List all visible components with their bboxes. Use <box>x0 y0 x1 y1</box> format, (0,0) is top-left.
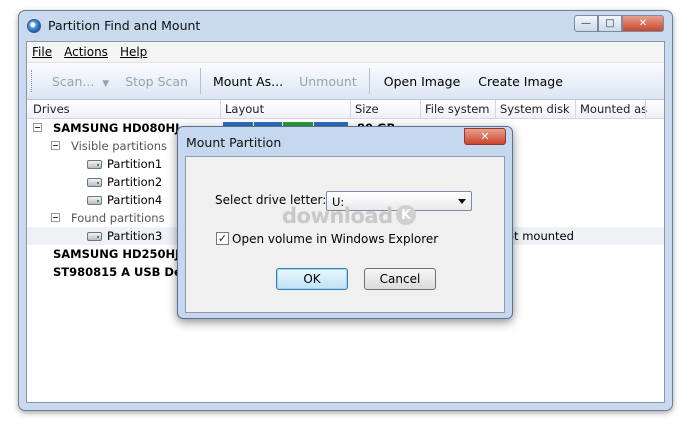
disk-name: SAMSUNG HD080HJ <box>53 121 180 135</box>
column-divider[interactable] <box>495 100 496 118</box>
dialog-close-button[interactable]: ✕ <box>464 128 506 145</box>
dialog-body: Select drive letter: U: download K ✓ Ope… <box>185 156 505 313</box>
toolbar-grip[interactable] <box>31 70 38 92</box>
watermark-logo-icon: K <box>396 205 416 225</box>
column-layout[interactable]: Layout <box>225 102 264 116</box>
close-button[interactable]: ✕ <box>622 15 664 32</box>
ok-button[interactable]: OK <box>276 268 348 290</box>
toolbar-separator <box>368 68 370 94</box>
minimize-button[interactable]: — <box>574 15 598 32</box>
minimize-icon: — <box>581 18 591 29</box>
menu-actions[interactable]: Actions <box>64 45 108 59</box>
menu-file[interactable]: File <box>32 45 52 59</box>
cancel-button[interactable]: Cancel <box>364 268 436 290</box>
app-icon <box>27 19 41 33</box>
collapse-icon[interactable] <box>33 123 42 132</box>
open-image-button[interactable]: Open Image <box>374 74 469 89</box>
scan-label: Scan... <box>52 73 95 89</box>
maximize-button[interactable]: □ <box>598 15 622 32</box>
column-divider[interactable] <box>645 100 646 118</box>
close-icon: ✕ <box>638 18 648 29</box>
column-mounted-as[interactable]: Mounted as <box>580 102 647 116</box>
chevron-down-icon <box>458 199 466 204</box>
mount-as-button[interactable]: Mount As... <box>205 74 291 89</box>
partition-name: Partition4 <box>107 193 163 207</box>
caption-buttons: — □ ✕ <box>574 15 664 32</box>
dropdown-arrow-icon[interactable]: ▼ <box>102 79 109 89</box>
open-explorer-checkbox[interactable]: ✓ <box>216 232 229 245</box>
disk-name: SAMSUNG HD250HJ <box>53 247 180 261</box>
mounted-status: ot mounted <box>507 229 574 243</box>
menu-bar: File Actions Help <box>27 42 664 63</box>
toolbar-separator <box>199 68 201 94</box>
column-system-disk[interactable]: System disk <box>500 102 570 116</box>
collapse-icon[interactable] <box>51 141 60 150</box>
group-label: Visible partitions <box>71 139 168 153</box>
partition-drive-icon <box>87 160 102 169</box>
partition-name: Partition1 <box>107 157 163 171</box>
mount-partition-dialog: Mount Partition ✕ Select drive letter: U… <box>177 126 513 319</box>
column-size[interactable]: Size <box>355 102 379 116</box>
partition-drive-icon <box>87 178 102 187</box>
partition-drive-icon <box>87 196 102 205</box>
group-label: Found partitions <box>71 211 165 225</box>
partition-drive-icon <box>87 232 102 241</box>
collapse-icon[interactable] <box>51 213 60 222</box>
close-icon: ✕ <box>480 130 490 143</box>
scan-button[interactable]: Scan... ▼ <box>44 74 117 89</box>
stop-scan-button[interactable]: Stop Scan <box>117 74 196 89</box>
window-title: Partition Find and Mount <box>48 18 201 33</box>
column-divider[interactable] <box>420 100 421 118</box>
create-image-button[interactable]: Create Image <box>468 74 571 89</box>
column-header: Drives Layout Size File system System di… <box>27 100 664 119</box>
column-divider[interactable] <box>220 100 221 118</box>
unmount-button[interactable]: Unmount <box>291 74 365 89</box>
column-drives[interactable]: Drives <box>33 102 70 116</box>
title-bar[interactable]: Partition Find and Mount — □ ✕ <box>19 11 672 41</box>
column-divider[interactable] <box>350 100 351 118</box>
menu-help[interactable]: Help <box>120 45 147 59</box>
column-file-system[interactable]: File system <box>425 102 489 116</box>
toolbar: Scan... ▼ Stop Scan Mount As... Unmount … <box>27 63 664 100</box>
maximize-icon: □ <box>605 18 615 29</box>
column-divider[interactable] <box>575 100 576 118</box>
partition-name: Partition3 <box>107 229 163 243</box>
open-explorer-label[interactable]: Open volume in Windows Explorer <box>232 232 438 246</box>
partition-name: Partition2 <box>107 175 163 189</box>
dialog-title: Mount Partition <box>186 135 282 150</box>
watermark-text: download <box>282 204 393 228</box>
